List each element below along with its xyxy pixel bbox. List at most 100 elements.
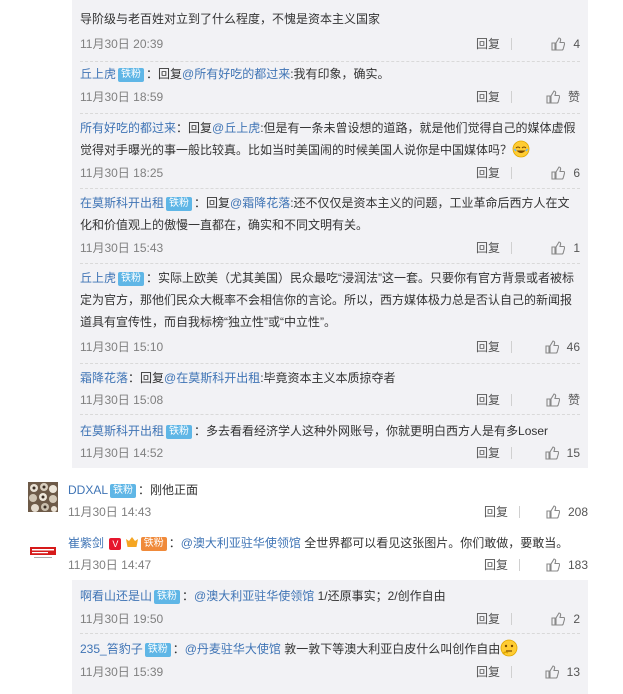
reply-item: 235_笞豹子 铁粉 ：@丹麦驻华大使馆 敦一敦下等澳大利亚白皮什么叫创作自由 11… — [80, 638, 580, 679]
comment-item: 崔紫剑 V 铁粉 ：@澳大利亚驻华使领馆 全世界都可以看见这张图片。你们敢做，要敢… — [28, 535, 588, 575]
reply-username[interactable]: 在莫斯科开出租 — [80, 196, 164, 210]
like-button[interactable]: 6 — [520, 163, 580, 183]
reply-button[interactable]: 回复 — [484, 502, 508, 522]
like-button[interactable]: 46 — [520, 337, 580, 357]
fans-badge: 铁粉 — [166, 425, 193, 439]
fans-badge: 铁粉 — [118, 68, 145, 82]
reply-button[interactable]: 回复 — [476, 87, 500, 107]
mention-link[interactable]: @澳大利亚驻华使领馆 — [194, 589, 314, 603]
reply-meta: 11月30日 19:50 回复 2 — [80, 609, 580, 629]
timestamp: 11月30日 15:39 — [80, 665, 164, 679]
divider — [80, 414, 580, 415]
reply-meta: 11月30日 15:10 回复 46 — [80, 337, 580, 357]
reply-username[interactable]: 丘上虎 — [80, 67, 116, 81]
divider — [511, 91, 512, 103]
like-button[interactable]: 4 — [520, 34, 580, 54]
reply-button[interactable]: 回复 — [476, 443, 500, 463]
comment-username[interactable]: DDXAL — [68, 483, 108, 497]
reply-content: 敦一敦下等澳大利亚白皮什么叫创作自由 — [284, 642, 501, 656]
reply-text: 235_笞豹子 铁粉 ：@丹麦驻华大使馆 敦一敦下等澳大利亚白皮什么叫创作自由 — [80, 638, 580, 660]
timestamp: 11月30日 15:43 — [80, 241, 164, 255]
like-count: 208 — [567, 505, 588, 519]
reply-username[interactable]: 所有好吃的都过来 — [80, 121, 176, 135]
reply-button[interactable]: 回复 — [476, 662, 500, 682]
thumb-up-icon — [545, 665, 559, 679]
divider — [80, 263, 580, 264]
reply-username[interactable]: 霜降花落 — [80, 371, 128, 385]
reply-button[interactable]: 回复 — [476, 337, 500, 357]
reply-username[interactable]: 丘上虎 — [80, 271, 116, 285]
reply-button[interactable]: 回复 — [476, 34, 500, 54]
like-count: 6 — [573, 166, 580, 180]
divider — [511, 167, 512, 179]
timestamp: 11月30日 19:50 — [80, 612, 164, 626]
reply-text: 丘上虎 铁粉 ：实际上欧美（尤其美国）民众最吃“浸润法”这一套。只要你有官方背景或者… — [80, 267, 580, 333]
reply-meta: 11月30日 15:39 回复 13 — [80, 662, 580, 682]
reply-username[interactable]: 在莫斯科开出租 — [80, 424, 164, 438]
fans-badge: 铁粉 — [118, 272, 145, 286]
fans-badge: 铁粉 — [144, 643, 171, 657]
reply-button[interactable]: 回复 — [476, 163, 500, 183]
verified-badge: V — [109, 538, 122, 550]
like-button[interactable]: 赞 — [520, 87, 580, 107]
divider — [511, 666, 512, 678]
divider — [80, 113, 580, 114]
mention-link[interactable]: @所有好吃的都过来 — [182, 67, 290, 81]
avatar[interactable] — [28, 482, 58, 512]
thinking-emoji-icon — [500, 639, 518, 657]
reply-meta: 11月30日 14:52 回复 15 — [80, 443, 580, 463]
comment-username[interactable]: 崔紫剑 — [68, 536, 104, 550]
reply-button[interactable]: 回复 — [476, 390, 500, 410]
reply-item: 导阶级与老百姓对立到了什么程度，不愧是资本主义国家 11月30日 20:39 回… — [80, 0, 580, 51]
divider — [519, 506, 520, 518]
thumb-up-icon — [551, 241, 566, 255]
reply-prefix: ：回复 — [128, 371, 165, 385]
like-button[interactable]: 1 — [520, 238, 580, 258]
laugh-emoji-icon — [512, 140, 530, 158]
like-button[interactable]: 15 — [520, 443, 580, 463]
divider — [511, 394, 512, 406]
divider — [511, 38, 512, 50]
timestamp: 11月30日 14:43 — [68, 505, 152, 519]
reply-item: 丘上虎 铁粉 ：回复@所有好吃的都过来:我有印象，确实。 11月30日 18:59 … — [80, 63, 580, 104]
like-button[interactable]: 13 — [520, 662, 580, 682]
like-button[interactable]: 183 — [528, 555, 588, 575]
like-button[interactable]: 208 — [528, 502, 588, 522]
reply-button[interactable]: 回复 — [476, 238, 500, 258]
fans-badge: 铁粉 — [166, 197, 193, 211]
thumb-up-icon — [546, 505, 561, 519]
reply-prefix: ：回复 — [176, 121, 213, 135]
reply-item: 所有好吃的都过来：回复@丘上虎:但是有一条未曾设想的道路，就是他们觉得自己的媒体… — [80, 117, 580, 180]
reply-username[interactable]: 啊看山还是山 — [80, 589, 152, 603]
avatar[interactable] — [28, 535, 58, 565]
reply-content: :毕竟资本主义本质掠夺者 — [260, 371, 396, 385]
comment-item: DDXAL 铁粉 ：刚他正面 11月30日 14:43 回复 208 — [28, 482, 588, 522]
reply-item: 啊看山还是山 铁粉 ：@澳大利亚驻华使领馆 1/还原事实；2/创作自由 11月30日… — [80, 585, 580, 626]
reply-username[interactable]: 235_笞豹子 — [80, 642, 143, 656]
timestamp: 11月30日 18:25 — [80, 166, 164, 180]
like-count: 1 — [573, 241, 580, 255]
reply-text: 丘上虎 铁粉 ：回复@所有好吃的都过来:我有印象，确实。 — [80, 63, 580, 85]
like-count: 15 — [566, 446, 580, 460]
mention-link[interactable]: @丹麦驻华大使馆 — [185, 642, 281, 656]
fans-badge: 铁粉 — [110, 484, 137, 498]
like-count: 2 — [573, 612, 580, 626]
reply-button[interactable]: 回复 — [476, 609, 500, 629]
mention-link[interactable]: @在莫斯科开出租 — [164, 371, 260, 385]
mention-link[interactable]: @澳大利亚驻华使领馆 — [181, 536, 301, 550]
comment-body: 崔紫剑 V 铁粉 ：@澳大利亚驻华使领馆 全世界都可以看见这张图片。你们敢做，要敢… — [68, 535, 588, 572]
like-count: 赞 — [567, 393, 580, 407]
fans-badge: 铁粉 — [154, 590, 181, 604]
reply-text: 啊看山还是山 铁粉 ：@澳大利亚驻华使领馆 1/还原事实；2/创作自由 — [80, 589, 446, 604]
like-button[interactable]: 赞 — [520, 390, 580, 410]
mention-link[interactable]: @丘上虎 — [212, 121, 260, 135]
timestamp: 11月30日 15:08 — [80, 393, 164, 407]
reply-content: ：多去看看经济学人这种外网账号，你就更明白西方人是有多Loser — [194, 424, 549, 438]
avatar-image — [28, 482, 58, 512]
like-button[interactable]: 2 — [520, 609, 580, 629]
divider — [80, 188, 580, 189]
reply-content: 1/还原事实；2/创作自由 — [317, 589, 446, 603]
comment-text: 崔紫剑 V 铁粉 ：@澳大利亚驻华使领馆 全世界都可以看见这张图片。你们敢做，要敢… — [68, 536, 569, 551]
reply-button[interactable]: 回复 — [484, 555, 508, 575]
mention-link[interactable]: @霜降花落 — [230, 196, 290, 210]
